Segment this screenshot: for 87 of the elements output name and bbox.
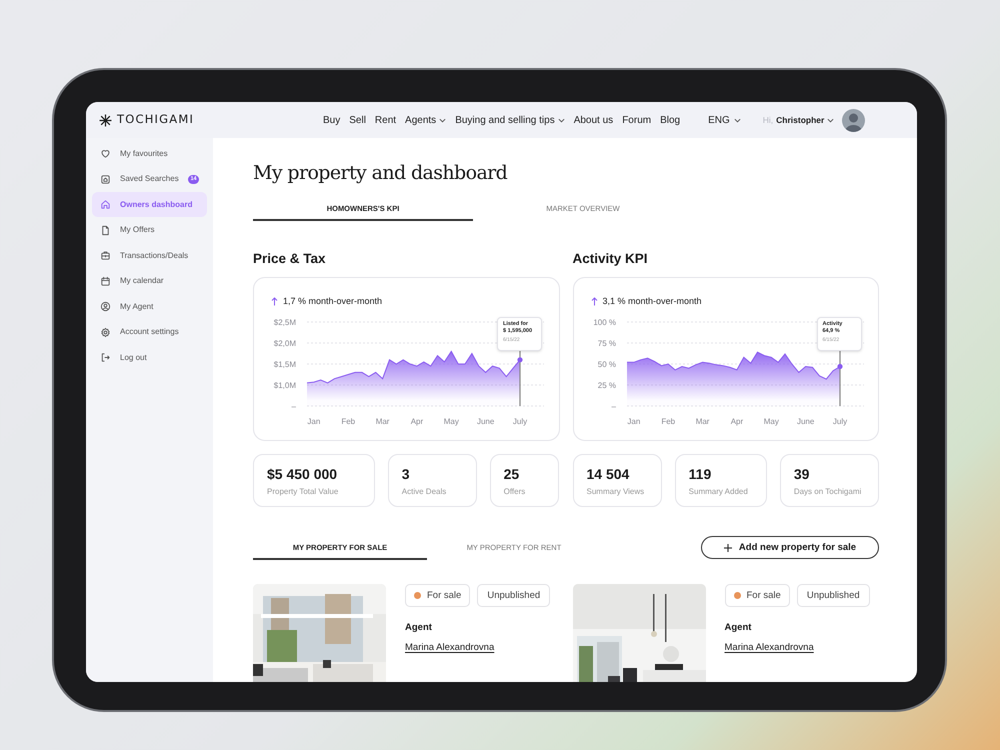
- axis-label: –: [292, 402, 296, 412]
- axis-label: 50 %: [597, 360, 616, 370]
- axis-label: $1,5M: [274, 360, 296, 370]
- arrow-up-icon: [590, 296, 598, 306]
- axis-label: July: [512, 417, 528, 426]
- nav-link[interactable]: Forum: [622, 112, 652, 128]
- axis-label: Mar: [695, 417, 709, 426]
- nav-link[interactable]: Buy: [323, 112, 340, 128]
- nav-link[interactable]: Buying and selling tips: [455, 112, 565, 128]
- stat-value: 39: [794, 466, 810, 484]
- sidebar-item[interactable]: My calendar: [92, 268, 207, 294]
- settings-icon: [100, 326, 111, 338]
- data-point: [517, 357, 523, 363]
- axis-label: June: [796, 417, 814, 426]
- stat-value: $5 450 000: [267, 466, 338, 484]
- home-box-icon: [100, 174, 111, 184]
- add-property-button[interactable]: Add new property for sale: [701, 536, 879, 560]
- axis-label: Apr: [730, 417, 743, 426]
- stat-label: Active Deals: [402, 486, 448, 498]
- agent-link[interactable]: Marina Alexandrovna: [405, 640, 550, 655]
- axis-label: 25 %: [597, 381, 616, 390]
- axis-label: 100 %: [592, 318, 616, 328]
- plus-icon: [724, 544, 732, 552]
- axis-label: 75 %: [597, 339, 616, 348]
- caret-icon: [827, 118, 834, 122]
- nav-link[interactable]: Blog: [660, 112, 680, 128]
- axis-label: Feb: [660, 417, 675, 426]
- home-icon: [100, 199, 111, 210]
- stat-value: 14 504: [586, 466, 630, 484]
- document-icon: [100, 224, 111, 236]
- nav-link[interactable]: Agents: [405, 112, 446, 128]
- user-menu[interactable]: Hi, Christopher: [762, 114, 834, 126]
- stat-label: Summary Added: [688, 486, 749, 498]
- sidebar-item[interactable]: My Offers: [92, 218, 207, 242]
- nav-link[interactable]: Sell: [349, 112, 366, 128]
- axis-label: May: [763, 417, 778, 426]
- stat-value: 3: [402, 466, 411, 484]
- language-selector[interactable]: ENG: [708, 112, 741, 128]
- agent-link[interactable]: Marina Alexandrovna: [724, 640, 870, 655]
- axis-label: $2,0M: [274, 339, 296, 348]
- stat-value: 25: [504, 466, 520, 484]
- axis-label: May: [444, 417, 459, 426]
- avatar[interactable]: [842, 108, 866, 132]
- status-badge: For sale: [405, 584, 470, 608]
- stat-label: Summary Views: [586, 486, 646, 498]
- logout-icon: [100, 352, 111, 363]
- user-icon: [100, 301, 111, 312]
- sidebar-item[interactable]: Owners dashboard: [92, 192, 207, 217]
- arrow-up-icon: [271, 296, 278, 306]
- publish-badge: Unpublished: [796, 584, 870, 608]
- axis-label: $2,5M: [274, 318, 296, 328]
- stat-value: 119: [688, 466, 712, 484]
- calendar-icon: [100, 276, 111, 286]
- section-title: Activity KPI: [572, 251, 649, 268]
- axis-label: $1,0M: [274, 381, 296, 390]
- sidebar-item[interactable]: Log out: [92, 345, 207, 370]
- sidebar-item[interactable]: Account settings: [92, 320, 207, 344]
- axis-label: Jan: [626, 417, 640, 426]
- page-title: My property and dashboard: [253, 161, 508, 186]
- star-logo-icon: [99, 114, 112, 126]
- axis-label: –: [611, 402, 616, 412]
- axis-label: Apr: [410, 417, 424, 426]
- stat-label: Property Total Value: [267, 486, 340, 498]
- change-text: 3,1 % month-over-month: [602, 294, 702, 308]
- section-title: Price & Tax: [253, 251, 327, 268]
- status-badge: For sale: [724, 584, 790, 608]
- stat-label: Days on Tochigami: [794, 486, 862, 498]
- sidebar-item[interactable]: My favourites: [92, 141, 207, 166]
- publish-badge: Unpublished: [477, 584, 550, 608]
- axis-label: July: [832, 417, 847, 426]
- axis-label: Feb: [341, 417, 356, 426]
- heart-icon: [100, 148, 111, 159]
- logo-text: TOCHIGAMI: [117, 111, 194, 128]
- nav-link[interactable]: About us: [574, 112, 614, 128]
- axis-label: Jan: [307, 417, 320, 426]
- axis-label: Mar: [376, 417, 390, 426]
- change-text: 1,7 % month-over-month: [283, 294, 382, 308]
- data-point: [836, 364, 842, 370]
- agent-label: Agent: [724, 621, 752, 636]
- agent-label: Agent: [405, 621, 433, 636]
- sidebar-item[interactable]: Transactions/Deals: [92, 243, 207, 268]
- axis-label: June: [476, 417, 494, 426]
- caret-icon: [734, 118, 741, 122]
- stat-label: Offers: [504, 486, 526, 498]
- briefcase-icon: [100, 250, 111, 261]
- nav-link[interactable]: Rent: [374, 112, 396, 128]
- sidebar-item[interactable]: My Agent: [92, 294, 207, 319]
